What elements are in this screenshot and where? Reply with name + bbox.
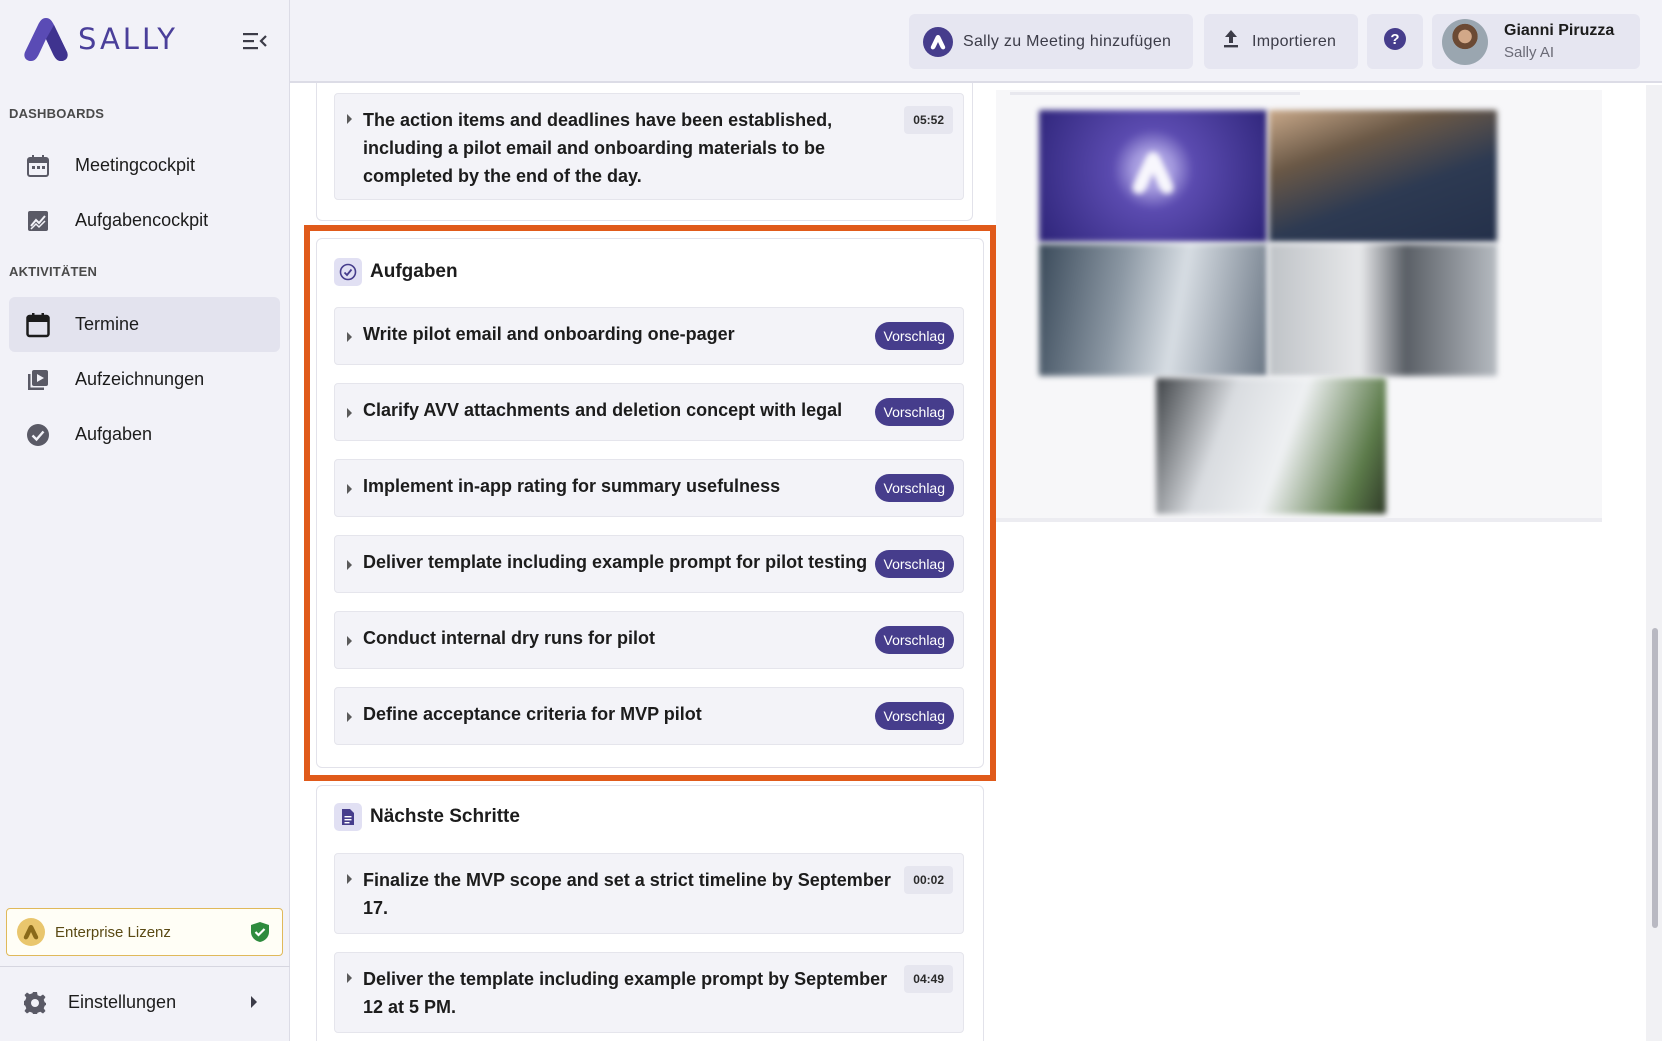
shield-check-icon [250, 921, 270, 948]
caret-right-icon [347, 973, 352, 983]
collapse-sidebar-button[interactable] [242, 30, 268, 52]
logo-text: SALLY [78, 22, 178, 56]
sally-logo-icon [1132, 152, 1174, 194]
sidebar-item-label: Termine [75, 314, 140, 334]
caret-right-icon [347, 874, 352, 884]
video-library-icon [25, 367, 51, 393]
add-sally-label: Sally zu Meeting hinzufügen [963, 32, 1172, 50]
summary-item[interactable]: The action items and deadlines have been… [334, 93, 964, 200]
vorschlag-badge[interactable]: Vorschlag [874, 550, 954, 578]
import-button[interactable]: Importieren [1204, 14, 1358, 69]
sidebar-item-label: Aufgabencockpit [75, 210, 209, 230]
sidebar-item-label: Meetingcockpit [75, 155, 196, 175]
add-sally-to-meeting-button[interactable]: Sally zu Meeting hinzufügen [909, 14, 1193, 69]
next-step-item[interactable]: Finalize the MVP scope and set a strict … [334, 853, 964, 934]
tasks-title: Aufgaben [370, 261, 458, 282]
sidebar-divider [0, 966, 290, 967]
check-circle-icon [25, 422, 51, 448]
topbar: Sally zu Meeting hinzufügen Importieren … [290, 0, 1662, 83]
video-panel-edge [996, 518, 1602, 522]
summary-item-text: The action items and deadlines have been… [363, 110, 833, 186]
task-text: Implement in-app rating for summary usef… [363, 476, 781, 496]
video-tile [1156, 378, 1386, 514]
task-item[interactable]: Deliver template including example promp… [334, 535, 964, 593]
video-tile [1269, 244, 1497, 376]
next-step-text: Finalize the MVP scope and set a strict … [363, 870, 891, 918]
chart-icon [25, 208, 51, 234]
task-text: Write pilot email and onboarding one-pag… [363, 324, 735, 344]
caret-right-icon [347, 560, 352, 570]
user-subtitle: Sally AI [1504, 44, 1555, 61]
document-icon [334, 803, 362, 831]
vorschlag-badge[interactable]: Vorschlag [874, 398, 954, 426]
caret-right-icon [347, 114, 352, 124]
vorschlag-badge[interactable]: Vorschlag [874, 322, 954, 350]
caret-right-icon [347, 636, 352, 646]
license-label: Enterprise Lizenz [55, 923, 171, 941]
sidebar-item-label: Aufgaben [75, 424, 153, 444]
user-name: Gianni Piruzza [1504, 22, 1615, 39]
task-text: Conduct internal dry runs for pilot [363, 628, 655, 648]
sally-logo-icon [24, 18, 68, 61]
menu-collapse-icon [243, 33, 267, 50]
task-text: Clarify AVV attachments and deletion con… [363, 400, 843, 420]
calendar-icon [25, 312, 51, 338]
task-item[interactable]: Clarify AVV attachments and deletion con… [334, 383, 964, 441]
task-item[interactable]: Implement in-app rating for summary usef… [334, 459, 964, 517]
caret-right-icon [347, 332, 352, 342]
license-logo-icon [17, 918, 45, 946]
svg-text:?: ? [1390, 31, 1399, 48]
import-label: Importieren [1252, 32, 1337, 50]
sidebar-item-termine[interactable]: Termine [9, 297, 280, 352]
video-strip [1010, 92, 1300, 95]
help-icon: ? [1383, 27, 1407, 56]
sidebar: SALLY DASHBOARDS Meetingcockpit Aufgaben… [0, 0, 290, 1041]
upload-icon [1222, 29, 1240, 54]
gear-icon [22, 990, 48, 1016]
help-button[interactable]: ? [1367, 14, 1423, 69]
task-item[interactable]: Define acceptance criteria for MVP pilot… [334, 687, 964, 745]
next-step-item[interactable]: Deliver the template including example p… [334, 952, 964, 1033]
vorschlag-badge[interactable]: Vorschlag [874, 474, 954, 502]
scrollbar-thumb[interactable] [1652, 628, 1658, 928]
timestamp-chip[interactable]: 04:49 [904, 965, 953, 993]
video-tile [1269, 110, 1497, 242]
task-item[interactable]: Conduct internal dry runs for pilot Vors… [334, 611, 964, 669]
sidebar-item-meetingcockpit[interactable]: Meetingcockpit [9, 138, 280, 193]
sally-logo-icon [923, 26, 953, 57]
caret-right-icon [347, 712, 352, 722]
tasks-header: Aufgaben [334, 258, 458, 286]
vorschlag-badge[interactable]: Vorschlag [874, 626, 954, 654]
video-panel[interactable] [996, 90, 1602, 522]
section-title-dashboards: DASHBOARDS [9, 106, 105, 121]
next-step-text: Deliver the template including example p… [363, 969, 888, 1017]
avatar [1442, 18, 1488, 65]
sidebar-item-aufzeichnungen[interactable]: Aufzeichnungen [9, 352, 280, 407]
task-text: Define acceptance criteria for MVP pilot [363, 704, 702, 724]
video-tile [1039, 244, 1267, 376]
sidebar-item-aufgaben[interactable]: Aufgaben [9, 407, 280, 462]
timestamp-chip[interactable]: 00:02 [904, 866, 953, 894]
timestamp-chip[interactable]: 05:52 [904, 106, 953, 134]
next-steps-title: Nächste Schritte [370, 806, 520, 827]
section-title-activities: AKTIVITÄTEN [9, 264, 98, 279]
next-steps-header: Nächste Schritte [334, 803, 520, 831]
sally-logo[interactable]: SALLY [22, 16, 178, 62]
task-item[interactable]: Write pilot email and onboarding one-pag… [334, 307, 964, 365]
caret-right-icon [347, 408, 352, 418]
settings-menu[interactable]: Einstellungen [0, 975, 290, 1030]
chevron-right-icon [250, 995, 258, 1013]
calendar-grid-icon [25, 153, 51, 179]
task-text: Deliver template including example promp… [363, 552, 868, 572]
settings-label: Einstellungen [68, 992, 177, 1012]
user-profile-button[interactable]: Gianni Piruzza Sally AI [1432, 14, 1640, 69]
enterprise-license-badge[interactable]: Enterprise Lizenz [6, 908, 283, 956]
sidebar-item-label: Aufzeichnungen [75, 369, 205, 389]
video-tile [1039, 110, 1267, 242]
task-check-icon [334, 258, 362, 286]
sidebar-item-aufgabencockpit[interactable]: Aufgabencockpit [9, 193, 280, 248]
caret-right-icon [347, 484, 352, 494]
vorschlag-badge[interactable]: Vorschlag [874, 702, 954, 730]
